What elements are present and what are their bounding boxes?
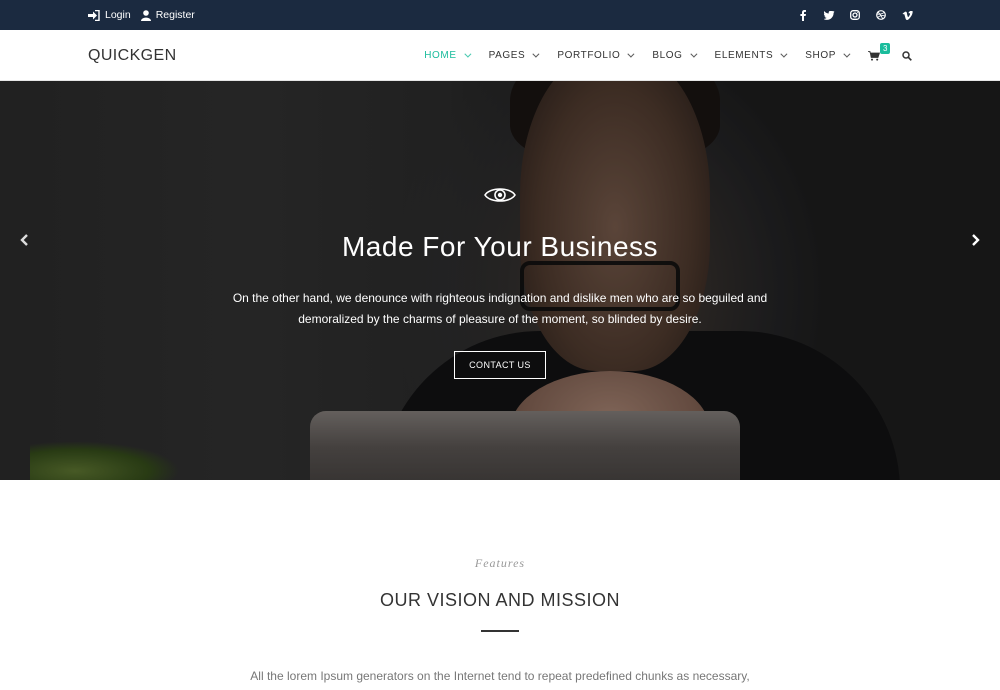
register-link[interactable]: Register — [140, 9, 195, 21]
chevron-down-icon — [780, 50, 788, 58]
social-links — [784, 0, 914, 30]
twitter-icon[interactable] — [822, 8, 836, 22]
search-button[interactable] — [902, 50, 912, 61]
hero-text: On the other hand, we denounce with righ… — [232, 291, 768, 326]
auth-links: Login Register — [88, 0, 205, 30]
chevron-down-icon — [689, 50, 697, 58]
top-bar: Login Register — [0, 0, 1000, 30]
nav-shop-label: SHOP — [805, 50, 836, 61]
chevron-down-icon — [463, 50, 472, 58]
hero-title: Made For Your Business — [341, 231, 659, 262]
nav-shop[interactable]: SHOP — [805, 50, 851, 61]
contact-us-button[interactable]: CONTACT US — [454, 351, 546, 379]
nav-portfolio[interactable]: PORTFOLIO — [557, 50, 635, 61]
nav-portfolio-label: PORTFOLIO — [557, 50, 621, 61]
facebook-icon[interactable] — [796, 8, 810, 22]
section-eyebrow: Features — [474, 556, 526, 570]
nav-elements-label: ELEMENTS — [714, 50, 774, 61]
sign-in-icon — [88, 9, 100, 21]
main-nav: HOME PAGES PORTFOLIO BLOG ELEMENTS SHOP … — [404, 30, 912, 81]
section-description: All the lorem Ipsum generators on the In… — [250, 669, 750, 683]
hero-overlay — [0, 81, 1000, 480]
nav-blog[interactable]: BLOG — [652, 50, 697, 61]
search-icon — [902, 50, 912, 61]
shopping-cart-icon — [868, 50, 880, 61]
register-label: Register — [155, 9, 195, 21]
login-link[interactable]: Login — [88, 9, 131, 21]
dribbble-icon[interactable] — [874, 8, 888, 22]
nav-home-label: HOME — [424, 50, 457, 61]
vimeo-icon[interactable] — [900, 8, 914, 22]
instagram-icon[interactable] — [848, 8, 862, 22]
user-icon — [140, 9, 151, 21]
slider-next-arrow-icon[interactable] — [968, 233, 982, 247]
chevron-down-icon — [627, 50, 635, 58]
eye-icon — [484, 188, 516, 202]
hero-slider: Made For Your Business On the other hand… — [0, 81, 1000, 480]
chevron-down-icon — [843, 50, 851, 58]
login-label: Login — [105, 9, 131, 21]
nav-home[interactable]: HOME — [424, 50, 472, 61]
slider-prev-arrow-icon[interactable] — [18, 233, 32, 247]
section-title: OUR VISION AND MISSION — [379, 590, 621, 610]
nav-pages-label: PAGES — [488, 50, 526, 61]
chevron-down-icon — [532, 50, 540, 58]
cart-count-badge: 3 — [880, 42, 891, 54]
section-divider — [481, 630, 519, 632]
site-logo[interactable]: QUICKGEN — [88, 47, 177, 65]
cart-button[interactable]: 3 — [868, 42, 891, 61]
nav-pages[interactable]: PAGES — [488, 50, 540, 61]
nav-elements[interactable]: ELEMENTS — [714, 50, 788, 61]
nav-blog-label: BLOG — [652, 50, 683, 61]
features-section: Features OUR VISION AND MISSION All the … — [0, 480, 1000, 690]
site-header: QUICKGEN HOME PAGES PORTFOLIO BLOG ELEME… — [0, 30, 1000, 81]
